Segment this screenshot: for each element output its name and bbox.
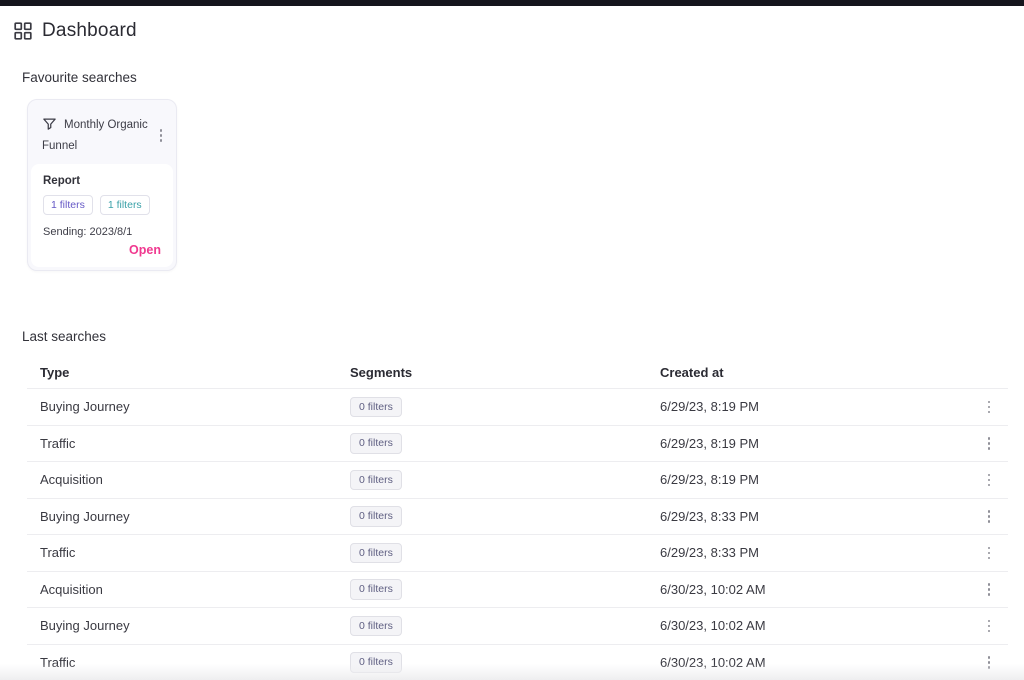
open-link[interactable]: Open [129,243,161,257]
row-type-cell: Buying Journey [40,399,350,414]
segments-filter-badge: 0 filters [350,652,402,673]
table-row[interactable]: Traffic 0 filters 6/30/23, 10:02 AM [27,644,1008,680]
report-type-label: Report [43,175,161,187]
table-row[interactable]: Buying Journey 0 filters 6/29/23, 8:19 P… [27,388,1008,425]
table-row[interactable]: Buying Journey 0 filters 6/29/23, 8:33 P… [27,498,1008,535]
segments-filter-badge: 0 filters [350,616,402,637]
column-header-type: Type [40,365,350,380]
row-type-cell: Buying Journey [40,509,350,524]
row-created-at-cell: 6/29/23, 8:33 PM [660,545,968,560]
segments-filter-badge: 0 filters [350,579,402,600]
row-type-cell: Traffic [40,545,350,560]
table-row[interactable]: Traffic 0 filters 6/29/23, 8:19 PM [27,425,1008,462]
row-more-options-icon[interactable] [984,543,995,564]
table-header-row: Type Segments Created at [27,356,1008,388]
row-type-cell: Traffic [40,436,350,451]
last-searches-heading: Last searches [22,329,1024,344]
dashboard-grid-icon [14,22,32,40]
row-type-cell: Acquisition [40,472,350,487]
row-created-at-cell: 6/30/23, 10:02 AM [660,618,968,633]
column-header-segments: Segments [350,365,660,380]
row-type-cell: Acquisition [40,582,350,597]
segments-filter-badge: 0 filters [350,433,402,454]
row-type-cell: Buying Journey [40,618,350,633]
favourite-searches-heading: Favourite searches [22,70,1024,85]
app-header: Dashboard [0,6,1024,46]
card-more-options-icon[interactable] [156,125,167,146]
favourite-search-card: Monthly Organic Funnel Report 1 filters1… [27,99,177,271]
table-row[interactable]: Acquisition 0 filters 6/30/23, 10:02 AM [27,571,1008,608]
row-created-at-cell: 6/30/23, 10:02 AM [660,655,968,670]
favourite-card-title: Monthly Organic Funnel [42,119,148,152]
filters-badge: 1 filters [43,195,93,216]
sending-date-label: Sending: 2023/8/1 [43,226,161,238]
row-created-at-cell: 6/30/23, 10:02 AM [660,582,968,597]
segments-filter-badge: 0 filters [350,470,402,491]
row-type-cell: Traffic [40,655,350,670]
row-more-options-icon[interactable] [984,433,995,454]
row-more-options-icon[interactable] [984,616,995,637]
column-header-created-at: Created at [660,365,968,380]
row-created-at-cell: 6/29/23, 8:19 PM [660,399,968,414]
row-more-options-icon[interactable] [984,579,995,600]
segments-filter-badge: 0 filters [350,397,402,418]
favourite-card-badges: 1 filters 1 filters [43,195,161,216]
row-more-options-icon[interactable] [984,397,995,418]
page-title: Dashboard [42,20,137,42]
row-more-options-icon[interactable] [984,652,995,673]
row-more-options-icon[interactable] [984,470,995,491]
favourite-card-body: Report 1 filters 1 filters Sending: 2023/… [31,164,173,267]
filters-badge: 1 filters [100,195,150,216]
table-row[interactable]: Buying Journey 0 filters 6/30/23, 10:02 … [27,607,1008,644]
table-row[interactable]: Traffic 0 filters 6/29/23, 8:33 PM [27,534,1008,571]
segments-filter-badge: 0 filters [350,506,402,527]
last-searches-table: Type Segments Created at Buying Journey … [27,356,1008,680]
row-created-at-cell: 6/29/23, 8:33 PM [660,509,968,524]
funnel-icon [42,116,57,138]
segments-filter-badge: 0 filters [350,543,402,564]
table-body: Buying Journey 0 filters 6/29/23, 8:19 P… [27,388,1008,680]
favourite-card-header: Monthly Organic Funnel [31,103,173,164]
favourite-card-title-row: Monthly Organic Funnel [42,116,151,156]
row-more-options-icon[interactable] [984,506,995,527]
table-row[interactable]: Acquisition 0 filters 6/29/23, 8:19 PM [27,461,1008,498]
row-created-at-cell: 6/29/23, 8:19 PM [660,436,968,451]
row-created-at-cell: 6/29/23, 8:19 PM [660,472,968,487]
